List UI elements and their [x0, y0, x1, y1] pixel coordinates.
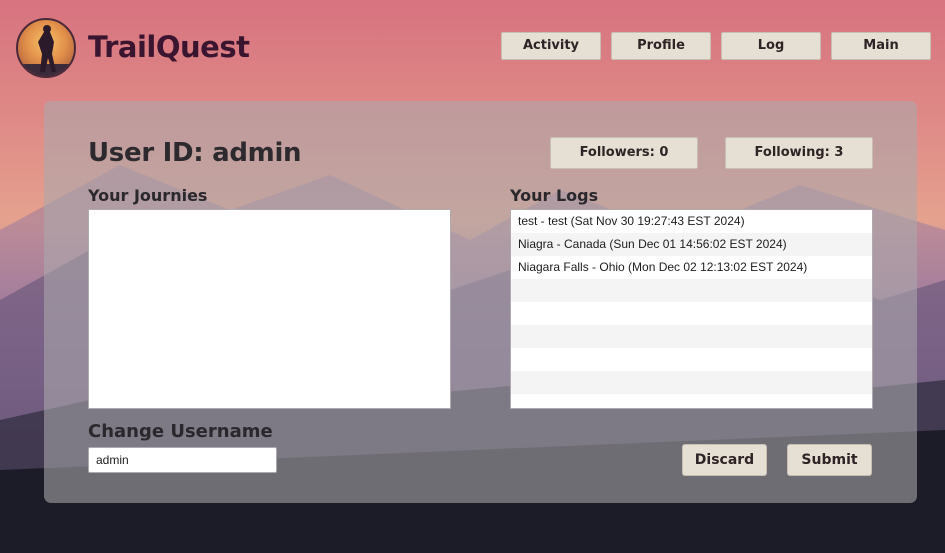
nav-activity-button[interactable]: Activity — [501, 32, 601, 60]
following-button[interactable]: Following: 3 — [725, 137, 873, 169]
log-list-empty-row — [511, 371, 872, 394]
discard-button[interactable]: Discard — [682, 444, 767, 476]
nav-log-button[interactable]: Log — [721, 32, 821, 60]
log-list-empty-row — [511, 348, 872, 371]
log-list-empty-row — [511, 279, 872, 302]
logs-list[interactable]: test - test (Sat Nov 30 19:27:43 EST 202… — [510, 209, 873, 409]
nav-main-button[interactable]: Main — [831, 32, 931, 60]
logs-heading: Your Logs — [510, 186, 599, 205]
app-title: TrailQuest — [88, 30, 250, 64]
change-username-heading: Change Username — [88, 421, 273, 442]
log-list-item[interactable]: Niagara Falls - Ohio (Mon Dec 02 12:13:0… — [511, 256, 872, 279]
log-list-empty-row — [511, 325, 872, 348]
journeys-heading: Your Journies — [88, 186, 208, 205]
user-id-heading: User ID: admin — [88, 138, 302, 168]
nav-profile-button[interactable]: Profile — [611, 32, 711, 60]
log-list-item[interactable]: test - test (Sat Nov 30 19:27:43 EST 202… — [511, 210, 872, 233]
log-list-item[interactable]: Niagra - Canada (Sun Dec 01 14:56:02 EST… — [511, 233, 872, 256]
hiker-logo-icon — [16, 18, 76, 78]
journeys-list[interactable] — [88, 209, 451, 409]
log-list-empty-row — [511, 302, 872, 325]
followers-button[interactable]: Followers: 0 — [550, 137, 698, 169]
username-input[interactable] — [88, 447, 277, 473]
submit-button[interactable]: Submit — [787, 444, 872, 476]
